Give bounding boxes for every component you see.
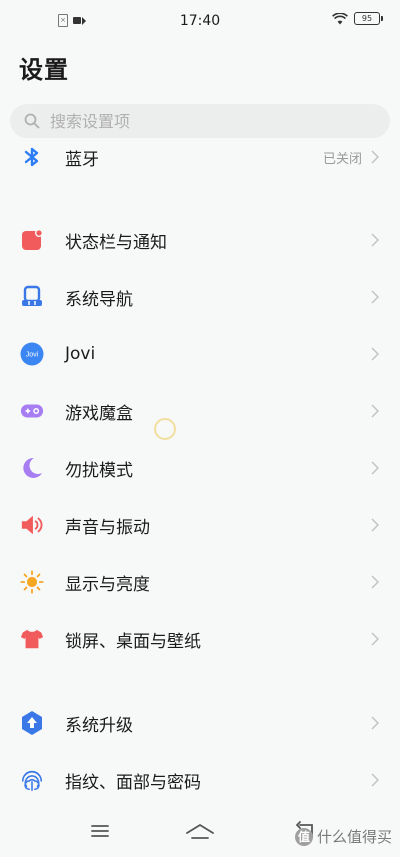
settings-item-label: 系统升级 [65,715,133,736]
settings-item-system-update[interactable]: 系统升级 [0,697,400,749]
menu-icon [91,825,109,837]
settings-item-label: 勿扰模式 [65,460,133,481]
status-right-icons: 95 [332,12,383,25]
chevron-right-icon [371,461,380,475]
settings-item-fingerprint-face-password[interactable]: 指纹、面部与密码 [0,754,400,806]
watermark: 值 什么值得买 [294,826,392,847]
search-icon [24,113,40,129]
loading-spinner-icon [154,418,176,440]
home-icon [186,824,214,839]
settings-item-display-brightness[interactable]: 显示与亮度 [0,556,400,608]
chevron-right-icon [371,233,380,247]
settings-item-label: Jovi [65,344,96,364]
gamepad-icon [20,399,44,423]
settings-item-do-not-disturb[interactable]: 勿扰模式 [0,442,400,494]
wifi-icon [332,12,348,24]
search-input[interactable] [48,110,372,132]
moon-icon [20,456,44,480]
chevron-right-icon [371,575,380,589]
update-icon [20,711,44,735]
watermark-text: 什么值得买 [316,828,392,846]
settings-item-label: 状态栏与通知 [65,232,167,253]
chevron-right-icon [371,290,380,304]
bluetooth-icon [20,145,44,169]
fingerprint-icon [20,768,44,792]
settings-item-lock-screen-wallpaper[interactable]: 锁屏、桌面与壁纸 [0,613,400,665]
settings-item-label: 声音与振动 [65,517,150,538]
menu-button[interactable] [85,819,115,843]
chevron-right-icon [371,150,380,164]
chevron-right-icon [371,518,380,532]
svg-text:Jovi: Jovi [26,352,39,359]
shirt-icon [20,627,44,651]
chevron-right-icon [371,773,380,787]
settings-item-status-bar-notifications[interactable]: 状态栏与通知 [0,214,400,266]
settings-item-game-box[interactable]: 游戏魔盒 [0,385,400,437]
battery-icon: 95 [354,12,383,25]
watermark-logo-icon: 值 [294,827,313,846]
settings-item-sound-vibration[interactable]: 声音与振动 [0,499,400,551]
home-button[interactable] [185,819,215,843]
chevron-right-icon [371,347,380,361]
settings-item-jovi[interactable]: Jovi Jovi [0,328,400,380]
settings-item-label: 显示与亮度 [65,574,150,595]
page-title: 设置 [19,56,69,84]
chevron-right-icon [371,716,380,730]
sun-icon [20,570,44,594]
settings-item-label: 系统导航 [65,289,133,310]
settings-item-system-navigation[interactable]: 系统导航 [0,271,400,323]
settings-item-bluetooth[interactable]: 蓝牙 已关闭 [0,131,400,183]
navigation-icon [20,285,44,309]
jovi-icon: Jovi [20,342,44,366]
notification-icon [20,228,44,252]
bluetooth-status-value: 已关闭 [322,151,362,167]
status-bar: ⨯ 17:40 95 [0,0,400,44]
settings-item-label: 指纹、面部与密码 [65,772,201,793]
settings-item-label: 游戏魔盒 [65,403,133,424]
chevron-right-icon [371,404,380,418]
speaker-icon [20,513,44,537]
chevron-right-icon [371,632,380,646]
settings-item-label: 锁屏、桌面与壁纸 [65,631,201,652]
settings-item-label: 蓝牙 [65,149,99,170]
